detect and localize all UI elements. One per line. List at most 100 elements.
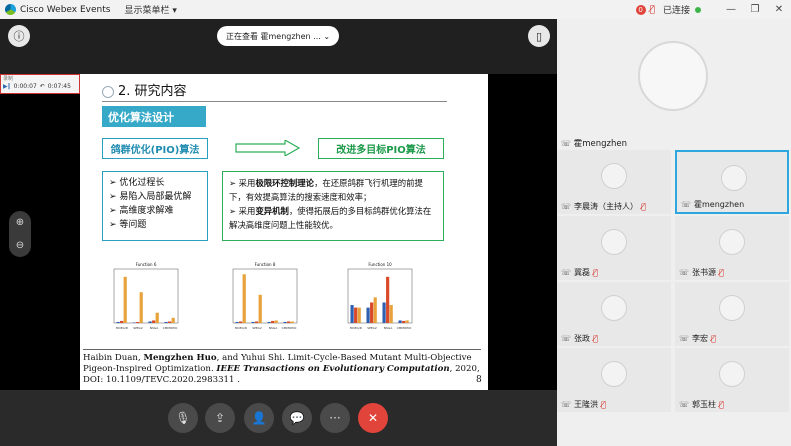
minimize-button[interactable]: — (719, 4, 743, 15)
phone-icon: ☏ (561, 268, 572, 277)
tick-label: SPEA2 (133, 326, 143, 330)
chart-title: Function 8 (255, 262, 276, 267)
shared-slide: 2. 研究内容 优化算法设计 鸽群优化(PIO)算法 改进多目标PIO算法 ➢ … (80, 74, 488, 390)
citation-divider (83, 349, 481, 350)
viewing-dropdown[interactable]: 正在查看 霍mengzhen ... ⌄ (217, 26, 339, 46)
more-button[interactable]: ··· (320, 403, 350, 433)
participant-name: ☏ 冀磊 🎙̸ (561, 268, 598, 277)
participants-button[interactable]: 👤 (244, 403, 274, 433)
bar (171, 317, 175, 323)
pio-box: 鸽群优化(PIO)算法 (102, 138, 208, 159)
restore-button[interactable]: ❐ (743, 4, 767, 15)
tick-label: NSGA (150, 326, 159, 330)
phone-icon: ☏ (561, 138, 572, 148)
participant-name: ☏ 王隆洪 🎙̸ (561, 400, 606, 409)
bar (132, 322, 136, 323)
avatar (601, 163, 627, 189)
bar (405, 320, 409, 323)
tick-label: CMMOPIO (397, 326, 412, 330)
participant-tile[interactable]: ☏ 郭玉柱 🎙̸ (675, 348, 789, 412)
mic-muted-icon: 🎙̸ (593, 268, 598, 277)
connection-status: 已连接 (662, 6, 690, 16)
bar (267, 321, 271, 323)
panel-toggle-icon[interactable]: ▯ (528, 25, 550, 47)
bar (290, 321, 294, 323)
participant-name: ☏ 霍mengzhen (681, 200, 745, 209)
avatar (721, 165, 747, 191)
participant-name: ☏ 李宏 🎙̸ (679, 334, 716, 343)
bar (155, 312, 159, 323)
bar (139, 292, 143, 323)
method-list: ➢ 采用极限环控制理论，在还原鸽群飞行机理的前提下，有效提高算法的搜索速度和效率… (222, 171, 444, 241)
share-button[interactable]: ⇪ (205, 403, 235, 433)
chart-title: Function 10 (368, 262, 392, 267)
list-item: ➢ 易陷入局部最优解 (109, 192, 192, 202)
problem-list: ➢ 优化过程长 ➢ 易陷入局部最优解 ➢ 高维度求解难 ➢ 等问题 (102, 171, 208, 241)
active-speaker-name: ☏ 霍mengzhen (561, 138, 627, 150)
bar (366, 307, 370, 323)
bar-chart: Function 6 MOEA/D SPEA2 NSGA CMMOPIO (113, 262, 179, 330)
bar (287, 321, 291, 323)
notification-badge[interactable]: 0 (635, 4, 646, 15)
recorder-total: 0:07:45 (47, 83, 71, 90)
pause-icon[interactable]: ▶‖ (3, 83, 11, 90)
participant-tile[interactable]: ☏ 张书源 🎙̸ (675, 216, 789, 280)
participant-name: ☏ 张政 🎙̸ (561, 334, 598, 343)
bar (239, 321, 243, 323)
phone-icon: ☏ (679, 268, 690, 277)
participant-tile[interactable]: ☏ 冀磊 🎙̸ (557, 216, 671, 280)
cisco-logo (5, 4, 16, 15)
avatar (601, 361, 627, 387)
zoom-in-icon[interactable]: ⊕ (16, 217, 24, 228)
participant-tile[interactable]: ☏ 李晨涛（主持人） 🎙̸ (557, 150, 671, 214)
participant-name: ☏ 张书源 🎙̸ (679, 268, 724, 277)
rewind-icon[interactable]: ↶ (40, 83, 45, 90)
chat-button[interactable]: 💬 (282, 403, 312, 433)
bar (370, 302, 374, 323)
bar-chart: Function 8 MOEA/D SPEA2 NSGA CMMOPIO (232, 262, 298, 330)
mic-muted-icon: 🎙̸ (641, 202, 646, 211)
tick-label: NSGA (269, 326, 278, 330)
bar (168, 321, 172, 323)
bar (136, 321, 140, 323)
mic-muted-icon: 🎙̸ (711, 334, 716, 343)
list-item: ➢ 采用变异机制，使得拓展后的多目标鸽群优化算法在解决高维度问题上性能较优。 (229, 206, 432, 230)
participant-tile[interactable]: ☏ 霍mengzhen (675, 150, 789, 214)
bar (386, 276, 390, 323)
tick-label: NSGA (384, 326, 393, 330)
bar (354, 307, 358, 323)
citation: Haibin Duan, Mengzhen Huo, and Yuhui Shi… (83, 353, 480, 385)
leave-meeting-button[interactable]: ✕ (358, 403, 388, 433)
avatar (719, 295, 745, 321)
participant-tile[interactable]: ☏ 王隆洪 🎙̸ (557, 348, 671, 412)
active-speaker-tile[interactable] (557, 19, 791, 133)
title-divider (102, 101, 447, 102)
phone-icon: ☏ (561, 400, 572, 409)
zoom-control[interactable]: ⊕ ⊖ (9, 211, 31, 257)
participant-tile[interactable]: ☏ 张政 🎙̸ (557, 282, 671, 346)
tick-label: SPEA2 (252, 326, 262, 330)
info-icon[interactable]: ⓘ (8, 25, 30, 47)
list-item: ➢ 采用极限环控制理论，在还原鸽群飞行机理的前提下，有效提高算法的搜索速度和效率… (229, 178, 423, 202)
bar (402, 320, 406, 323)
close-button[interactable]: ✕ (767, 4, 791, 15)
tick-label: SPEA2 (367, 326, 377, 330)
mic-muted-icon[interactable]: 🎙̸ (650, 5, 655, 15)
mute-button[interactable]: 🎙 (168, 403, 198, 433)
app-title: Cisco Webex Events (20, 4, 111, 15)
bar (235, 321, 239, 323)
phone-icon: ☏ (679, 400, 690, 409)
bar (258, 294, 262, 323)
bar (398, 320, 402, 323)
bar (283, 321, 287, 323)
phone-icon: ☏ (679, 334, 690, 343)
participant-tile[interactable]: ☏ 李宏 🎙̸ (675, 282, 789, 346)
connection-dot-icon (695, 6, 701, 13)
video-stage: ⓘ 正在查看 霍mengzhen ... ⌄ ▯ 录制 ▶‖ 0:00:07 ↶… (0, 19, 557, 446)
list-item: ➢ 优化过程长 (109, 178, 165, 188)
bar (357, 307, 361, 323)
phone-icon: ☏ (561, 334, 572, 343)
recorder-widget[interactable]: 录制 ▶‖ 0:00:07 ↶ 0:07:45 (0, 74, 80, 94)
show-menubar-button[interactable]: 显示菜单栏 ▾ (124, 3, 176, 16)
zoom-out-icon[interactable]: ⊖ (16, 240, 24, 251)
